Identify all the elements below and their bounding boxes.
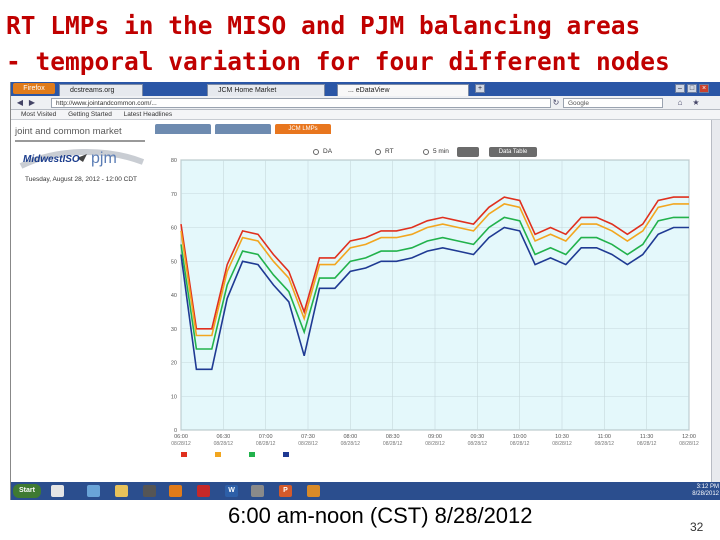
firefox-icon[interactable] bbox=[169, 485, 182, 497]
slide-caption: 6:00 am-noon (CST) 8/28/2012 bbox=[228, 503, 533, 528]
y-tick-label: 30 bbox=[171, 327, 177, 333]
content-area: JCM LMPs DA RT 5 min Data Table 0 10 20 30 4… bbox=[151, 120, 711, 482]
x-tick-label: 10:30 bbox=[555, 434, 569, 440]
site-header[interactable]: joint and common market bbox=[15, 126, 122, 137]
legend-swatch bbox=[215, 452, 221, 457]
app-icon[interactable] bbox=[143, 485, 156, 497]
browser-tab[interactable]: dcstreams.org bbox=[59, 84, 143, 96]
minimize-icon[interactable]: – bbox=[675, 84, 685, 93]
x-tick-date: 08/28/12 bbox=[214, 441, 234, 447]
bookmark-link[interactable]: Most Visited bbox=[21, 111, 56, 118]
legend-swatch bbox=[249, 452, 255, 457]
firefox-menu-button[interactable]: Firefox bbox=[13, 83, 55, 94]
x-tick-label: 08:00 bbox=[343, 434, 357, 440]
page-number: 32 bbox=[690, 520, 704, 534]
bookmark-link[interactable]: Getting Started bbox=[68, 111, 112, 118]
x-tick-label: 07:30 bbox=[301, 434, 315, 440]
x-tick-label: 08:30 bbox=[386, 434, 400, 440]
vertical-scrollbar[interactable] bbox=[711, 120, 720, 482]
content-tab[interactable] bbox=[215, 124, 271, 134]
x-tick-date: 08/28/12 bbox=[425, 441, 445, 447]
x-tick-date: 08/28/12 bbox=[171, 441, 191, 447]
ie-icon[interactable] bbox=[87, 485, 100, 497]
back-icon[interactable]: ◀ bbox=[15, 98, 25, 108]
x-tick-date: 08/28/12 bbox=[383, 441, 403, 447]
x-tick-label: 07:00 bbox=[259, 434, 273, 440]
windows-taskbar: Start W P 3:12 PM 8/28/2012 bbox=[11, 482, 720, 500]
browser-tab[interactable]: JCM Home Market bbox=[207, 84, 325, 96]
content-tab[interactable] bbox=[155, 124, 211, 134]
clock-time: 3:12 PM bbox=[696, 484, 719, 490]
content-tab-lmps[interactable]: JCM LMPs bbox=[275, 124, 331, 134]
radio-5min[interactable] bbox=[423, 149, 429, 155]
pdf-icon[interactable] bbox=[197, 485, 210, 497]
app-icon[interactable] bbox=[251, 485, 264, 497]
slide-title: RT LMPs in the MISO and PJM balancing ar… bbox=[6, 8, 718, 80]
folder-icon[interactable] bbox=[115, 485, 128, 497]
y-tick-label: 70 bbox=[171, 192, 177, 198]
x-tick-label: 12:00 bbox=[682, 434, 696, 440]
bookmark-link[interactable]: Latest Headlines bbox=[124, 111, 172, 118]
timestamp: Tuesday, August 28, 2012 - 12:00 CDT bbox=[25, 176, 138, 183]
clock-date: 8/28/2012 bbox=[692, 491, 719, 497]
x-tick-date: 08/28/12 bbox=[679, 441, 699, 447]
system-clock: 3:12 PM 8/28/2012 bbox=[659, 484, 719, 498]
lmp-line-chart: 0102030405060708006:0008/28/1206:3008/28… bbox=[171, 158, 699, 457]
matlab-icon[interactable] bbox=[307, 485, 320, 497]
x-tick-date: 08/28/12 bbox=[510, 441, 530, 447]
radio-da[interactable] bbox=[313, 149, 319, 155]
maximize-icon[interactable]: □ bbox=[687, 84, 697, 93]
x-tick-date: 08/28/12 bbox=[298, 441, 318, 447]
y-tick-label: 50 bbox=[171, 259, 177, 265]
x-tick-label: 06:00 bbox=[174, 434, 188, 440]
new-tab-icon[interactable]: + bbox=[475, 84, 485, 93]
web-page: joint and common market MidwestISO pjm T… bbox=[11, 120, 711, 482]
y-tick-label: 80 bbox=[171, 158, 177, 164]
x-tick-date: 08/28/12 bbox=[637, 441, 657, 447]
google-icon[interactable] bbox=[51, 485, 64, 497]
powerpoint-icon[interactable]: P bbox=[279, 485, 292, 497]
site-header-rule bbox=[15, 140, 145, 142]
address-bar[interactable]: http://www.jointandcommon.com/... bbox=[51, 98, 551, 108]
slide-title-line-2: - temporal variation for four different … bbox=[6, 47, 670, 76]
browser-tab-active[interactable]: ... eDataView bbox=[337, 84, 469, 96]
forward-icon[interactable]: ▶ bbox=[27, 98, 37, 108]
x-tick-label: 11:00 bbox=[598, 434, 611, 440]
browser-tab-bar: Firefox dcstreams.org JCM Home Market ..… bbox=[11, 82, 720, 96]
x-tick-label: 09:00 bbox=[428, 434, 442, 440]
slide: RT LMPs in the MISO and PJM balancing ar… bbox=[0, 0, 720, 540]
y-tick-label: 40 bbox=[171, 293, 177, 299]
browser-screenshot: Firefox dcstreams.org JCM Home Market ..… bbox=[10, 82, 720, 500]
slide-title-line-1: RT LMPs in the MISO and PJM balancing ar… bbox=[6, 11, 641, 40]
pjm-logo: pjm bbox=[91, 150, 117, 167]
bookmarks-icon[interactable]: ★ bbox=[691, 98, 701, 108]
x-tick-label: 10:00 bbox=[513, 434, 527, 440]
y-tick-label: 20 bbox=[171, 361, 177, 367]
browser-nav-bar: ◀ ▶ http://www.jointandcommon.com/... ↻ … bbox=[11, 96, 720, 110]
bookmarks-bar: Most Visited Getting Started Latest Head… bbox=[11, 110, 720, 120]
x-tick-date: 08/28/12 bbox=[552, 441, 572, 447]
x-tick-label: 06:30 bbox=[216, 434, 230, 440]
reload-icon[interactable]: ↻ bbox=[551, 98, 561, 108]
search-input[interactable]: Google bbox=[563, 98, 663, 108]
x-tick-label: 09:30 bbox=[470, 434, 484, 440]
x-tick-date: 08/28/12 bbox=[256, 441, 276, 447]
home-icon[interactable]: ⌂ bbox=[675, 98, 685, 108]
legend-swatch bbox=[283, 452, 289, 457]
miso-logo: MidwestISO bbox=[23, 154, 80, 165]
legend-swatch bbox=[181, 452, 187, 457]
start-button[interactable]: Start bbox=[13, 484, 41, 498]
y-tick-label: 10 bbox=[171, 394, 177, 400]
site-sidebar: joint and common market MidwestISO pjm T… bbox=[11, 120, 151, 482]
x-tick-date: 08/28/12 bbox=[468, 441, 488, 447]
y-tick-label: 60 bbox=[171, 226, 177, 232]
radio-rt[interactable] bbox=[375, 149, 381, 155]
x-tick-date: 08/28/12 bbox=[341, 441, 361, 447]
x-tick-label: 11:30 bbox=[640, 434, 653, 440]
word-icon[interactable]: W bbox=[225, 485, 238, 497]
close-icon[interactable]: × bbox=[699, 84, 709, 93]
x-tick-date: 08/28/12 bbox=[595, 441, 615, 447]
